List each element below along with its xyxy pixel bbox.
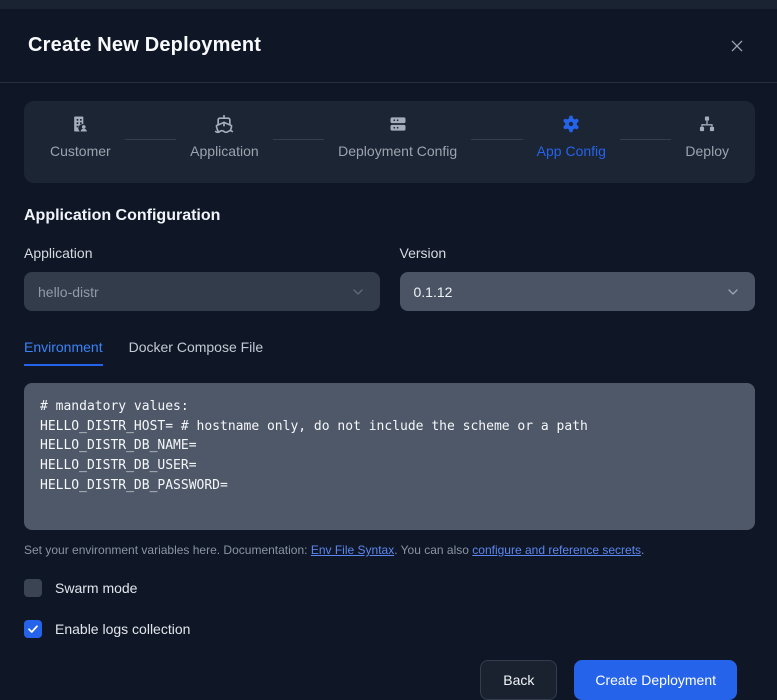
background-page-strip: ··∙ ∙· ∙∙·∙ ··∙ ·∙ ∙··∙ ··∙∙ ∙·· ·∙∙: [0, 0, 777, 9]
application-select[interactable]: hello-distr: [24, 272, 380, 311]
server-icon: [388, 114, 408, 134]
step-deploy[interactable]: Deploy: [685, 114, 729, 159]
step-application[interactable]: Application: [190, 114, 259, 159]
deployment-stepper: Customer Application Deployment Config A…: [24, 101, 755, 183]
step-deployment-config[interactable]: Deployment Config: [338, 114, 457, 159]
step-label: Application: [190, 143, 259, 159]
swarm-mode-label: Swarm mode: [55, 580, 138, 596]
step-label: Deploy: [685, 143, 729, 159]
configure-secrets-link[interactable]: configure and reference secrets: [472, 543, 641, 557]
application-select-value: hello-distr: [38, 283, 99, 300]
x-icon: [729, 38, 745, 54]
step-connector: [124, 139, 177, 140]
create-deployment-button[interactable]: Create Deployment: [574, 660, 737, 700]
enable-logs-label: Enable logs collection: [55, 621, 191, 637]
step-connector: [471, 139, 523, 140]
config-tabs: Environment Docker Compose File: [24, 339, 755, 366]
network-icon: [697, 114, 717, 134]
swarm-mode-checkbox[interactable]: [24, 579, 42, 597]
enable-logs-checkbox[interactable]: [24, 620, 42, 638]
step-connector: [619, 139, 672, 140]
chevron-down-icon: [725, 284, 741, 300]
helper-suffix: .: [641, 543, 645, 557]
tab-docker-compose-file[interactable]: Docker Compose File: [129, 339, 264, 366]
tab-environment[interactable]: Environment: [24, 339, 103, 366]
building-user-icon: [70, 114, 90, 134]
environment-helper-text: Set your environment variables here. Doc…: [24, 543, 755, 557]
dialog-header: Create New Deployment: [0, 9, 777, 83]
helper-middle: . You can also: [394, 543, 473, 557]
back-button[interactable]: Back: [480, 660, 558, 700]
version-select-value: 0.1.12: [413, 283, 453, 300]
environment-variables-editor[interactable]: # mandatory values: HELLO_DISTR_HOST= # …: [24, 383, 755, 530]
dialog-title: Create New Deployment: [28, 34, 262, 56]
version-select[interactable]: 0.1.12: [399, 272, 755, 311]
close-button[interactable]: [725, 34, 749, 58]
version-label: Version: [399, 245, 447, 261]
step-label: Customer: [50, 143, 111, 159]
gear-icon: [561, 114, 581, 134]
application-label: Application: [24, 245, 93, 261]
create-deployment-dialog: Create New Deployment Customer Applicati…: [0, 9, 777, 700]
helper-prefix: Set your environment variables here. Doc…: [24, 543, 311, 557]
step-label: Deployment Config: [338, 143, 458, 159]
step-app-config[interactable]: App Config: [537, 114, 606, 159]
dialog-footer: Back Create Deployment: [24, 638, 755, 700]
background-page-text-fragment: ··∙ ∙· ∙∙·∙ ··∙ ·∙ ∙··∙ ··∙∙ ∙·· ·∙∙: [6, 0, 186, 5]
section-heading: Application Configuration: [24, 207, 221, 224]
check-icon: [27, 623, 39, 635]
application-version-row: Application hello-distr Version 0.1.12: [24, 245, 755, 311]
step-label: App Config: [536, 143, 606, 159]
ship-icon: [214, 114, 234, 134]
env-file-syntax-link[interactable]: Env File Syntax: [311, 543, 394, 557]
enable-logs-row: Enable logs collection: [24, 620, 755, 638]
dialog-body: Customer Application Deployment Config A…: [0, 83, 777, 700]
step-customer[interactable]: Customer: [50, 114, 111, 159]
chevron-down-icon: [350, 284, 366, 300]
swarm-mode-row: Swarm mode: [24, 579, 755, 597]
step-connector: [272, 139, 325, 140]
